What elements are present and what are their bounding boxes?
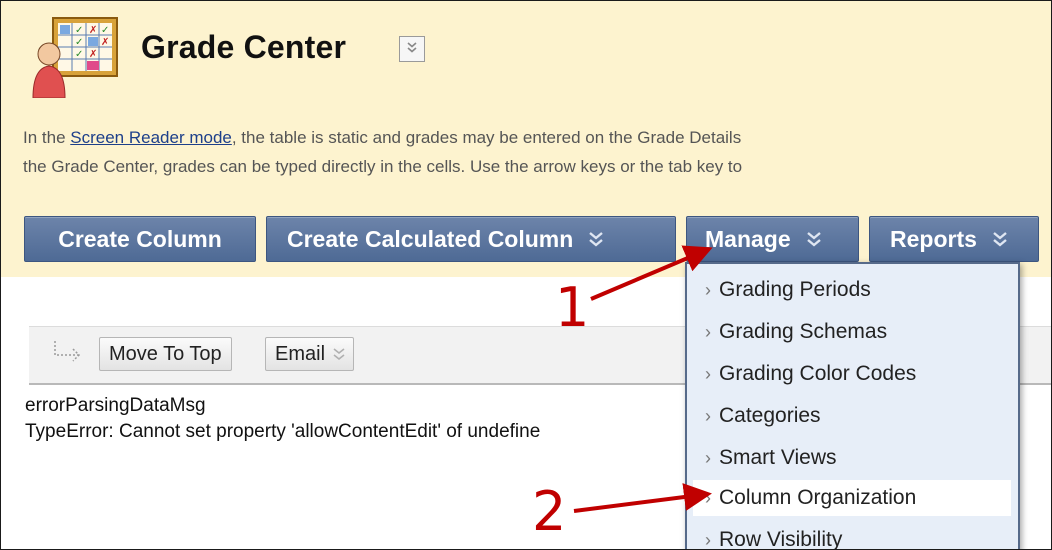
create-column-button[interactable]: Create Column — [24, 216, 256, 262]
annotation-step-1: 1 — [555, 276, 590, 339]
annotation-step-2: 2 — [532, 480, 567, 543]
reports-label: Reports — [890, 225, 977, 252]
manage-button[interactable]: Manage — [686, 216, 859, 262]
svg-text:✓: ✓ — [101, 25, 109, 36]
menu-item-categories[interactable]: › Categories — [693, 398, 1011, 434]
info-text-prefix: In the — [23, 128, 71, 147]
double-chevron-down-icon — [991, 230, 1009, 248]
create-column-label: Create Column — [58, 225, 222, 252]
create-calculated-column-label: Create Calculated Column — [287, 225, 574, 252]
email-button[interactable]: Email — [265, 337, 355, 371]
menu-item-label: Column Organization — [719, 486, 917, 509]
svg-text:✗: ✗ — [89, 49, 97, 60]
svg-text:✓: ✓ — [75, 49, 83, 60]
manage-label: Manage — [705, 225, 791, 252]
page-title: Grade Center — [141, 29, 347, 65]
info-text-suffix: , the table is static and grades may be … — [231, 128, 742, 147]
menu-item-grading-color-codes[interactable]: › Grading Color Codes — [693, 356, 1011, 392]
menu-item-label: Grading Schemas — [719, 320, 888, 343]
select-arrow-icon — [51, 341, 87, 370]
double-chevron-down-icon — [805, 230, 823, 248]
menu-item-grading-schemas[interactable]: › Grading Schemas — [693, 314, 1011, 350]
chevron-right-icon: › — [705, 529, 711, 550]
email-label: Email — [275, 342, 326, 365]
menu-item-label: Smart Views — [719, 446, 837, 469]
page-header: ✓ ✗ ✓ ✓ ✗ ✓ ✗ Grade Center In the Screen… — [1, 1, 1051, 277]
menu-item-grading-periods[interactable]: › Grading Periods — [693, 272, 1011, 308]
menu-item-label: Row Visibility — [719, 528, 843, 550]
svg-text:✗: ✗ — [101, 37, 109, 48]
svg-text:✓: ✓ — [75, 25, 83, 36]
menu-item-label: Grading Color Codes — [719, 362, 917, 385]
svg-text:✗: ✗ — [89, 25, 97, 36]
create-calculated-column-button[interactable]: Create Calculated Column — [266, 216, 676, 262]
move-to-top-button[interactable]: Move To Top — [99, 337, 232, 371]
svg-text:✓: ✓ — [75, 37, 83, 48]
menu-item-label: Grading Periods — [719, 278, 871, 301]
double-chevron-down-icon — [331, 346, 347, 362]
grade-center-icon: ✓ ✗ ✓ ✓ ✗ ✓ ✗ — [31, 16, 121, 99]
move-to-top-label: Move To Top — [109, 342, 222, 365]
info-text-line2: the Grade Center, grades can be typed di… — [23, 157, 743, 176]
error-message: errorParsingDataMsg TypeError: Cannot se… — [25, 393, 540, 445]
screen-reader-mode-link[interactable]: Screen Reader mode — [70, 128, 232, 147]
chevron-right-icon: › — [705, 363, 711, 384]
chevron-right-icon: › — [705, 321, 711, 342]
menu-item-smart-views[interactable]: › Smart Views — [693, 440, 1011, 476]
menu-item-label: Categories — [719, 404, 821, 427]
chevron-right-icon: › — [705, 405, 711, 426]
error-line-1: errorParsingDataMsg — [25, 395, 206, 416]
error-line-2: TypeError: Cannot set property 'allowCon… — [25, 421, 541, 442]
double-chevron-down-icon — [405, 40, 419, 59]
chevron-right-icon: › — [705, 487, 711, 508]
screen-reader-info: In the Screen Reader mode, the table is … — [23, 123, 1051, 181]
reports-button[interactable]: Reports — [869, 216, 1039, 262]
menu-item-column-organization[interactable]: › Column Organization — [693, 480, 1011, 516]
chevron-right-icon: › — [705, 447, 711, 468]
action-bar: Create Column Create Calculated Column M… — [1, 216, 1051, 264]
menu-item-row-visibility[interactable]: › Row Visibility — [693, 522, 1011, 550]
manage-dropdown-menu: › Grading Periods › Grading Schemas › Gradi… — [685, 262, 1020, 550]
screenshot-frame: ✓ ✗ ✓ ✓ ✗ ✓ ✗ Grade Center In the Screen… — [0, 0, 1052, 550]
double-chevron-down-icon — [587, 230, 605, 248]
chevron-right-icon: › — [705, 279, 711, 300]
title-options-button[interactable] — [399, 36, 425, 62]
